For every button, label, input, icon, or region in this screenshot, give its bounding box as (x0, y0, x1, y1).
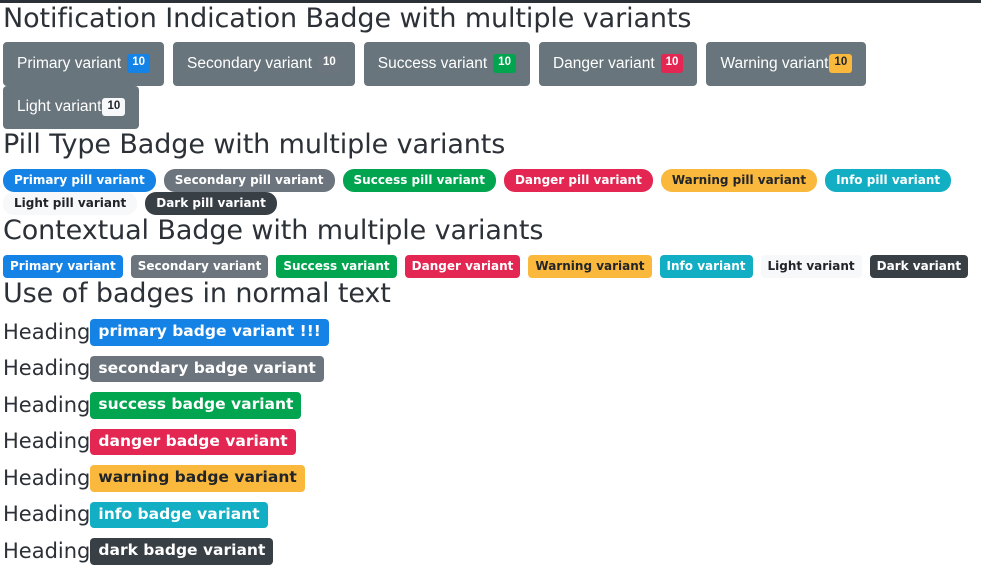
text-badge-line: Headinginfo badge variant (3, 502, 981, 529)
notification-count-badge: 10 (102, 98, 125, 117)
notification-button-primary[interactable]: Primary variant 10 (3, 42, 164, 86)
text-badge-line: Headingsecondary badge variant (3, 356, 981, 383)
notification-button-warning[interactable]: Warning variant10 (706, 42, 866, 86)
notification-button-label: Secondary variant (187, 56, 312, 72)
contextual-badge-primary: Primary variant (3, 255, 123, 278)
notification-section-title: Notification Indication Badge with multi… (3, 3, 981, 34)
notification-button-success[interactable]: Success variant 10 (364, 42, 530, 86)
pill-badge-dark: Dark pill variant (145, 192, 277, 215)
inline-heading-label: Heading (3, 430, 90, 453)
normal-text-section-title: Use of badges in normal text (3, 278, 981, 309)
pill-badge-primary: Primary pill variant (3, 169, 156, 192)
notification-button-row: Primary variant10Secondary variant10Succ… (3, 42, 981, 129)
notification-button-danger[interactable]: Danger variant 10 (539, 42, 697, 86)
inline-heading-label: Heading (3, 321, 90, 344)
notification-count-badge: 10 (127, 54, 150, 73)
notification-count-badge: 10 (318, 54, 341, 73)
pill-section-title: Pill Type Badge with multiple variants (3, 129, 981, 160)
notification-button-label: Light variant (17, 99, 101, 115)
contextual-badge-info: Info variant (660, 255, 753, 278)
contextual-badge-secondary: Secondary variant (131, 255, 269, 278)
notification-button-label: Primary variant (17, 56, 121, 72)
inline-badge-success: success badge variant (90, 392, 301, 419)
notification-count-badge: 10 (493, 54, 516, 73)
text-badge-line: Headingwarning badge variant (3, 465, 981, 492)
inline-heading-label: Heading (3, 540, 90, 563)
page-content: Notification Indication Badge with multi… (3, 3, 981, 565)
inline-badge-dark: dark badge variant (90, 538, 273, 565)
inline-badge-danger: danger badge variant (90, 429, 295, 456)
pill-badge-secondary: Secondary pill variant (164, 169, 335, 192)
inline-heading-label: Heading (3, 503, 90, 526)
pill-badge-success: Success pill variant (343, 169, 496, 192)
contextual-badge-row: Primary variant Secondary variant Success … (3, 255, 981, 278)
inline-badge-primary: primary badge variant !!! (90, 319, 329, 346)
contextual-badge-light: Light variant (761, 255, 862, 278)
notification-button-light[interactable]: Light variant10 (3, 86, 139, 130)
contextual-badge-success: Success variant (276, 255, 396, 278)
pill-badge-light: Light pill variant (3, 192, 137, 215)
contextual-section-title: Contextual Badge with multiple variants (3, 215, 981, 246)
pill-badge-info: Info pill variant (825, 169, 951, 192)
inline-badge-info: info badge variant (90, 502, 267, 529)
contextual-badge-danger: Danger variant (405, 255, 521, 278)
text-badge-line: Headingdark badge variant (3, 538, 981, 565)
pill-badge-danger: Danger pill variant (504, 169, 653, 192)
inline-badge-warning: warning badge variant (90, 465, 304, 492)
inline-heading-label: Heading (3, 467, 90, 490)
pill-badge-row: Primary pill variant Secondary pill varia… (3, 169, 981, 215)
text-badge-line: Headingdanger badge variant (3, 429, 981, 456)
inline-heading-label: Heading (3, 394, 90, 417)
inline-heading-label: Heading (3, 357, 90, 380)
notification-count-badge: 10 (829, 54, 852, 73)
notification-button-label: Danger variant (553, 56, 655, 72)
notification-count-badge: 10 (661, 54, 684, 73)
text-badge-line: Headingsuccess badge variant (3, 392, 981, 419)
contextual-badge-warning: Warning variant (528, 255, 651, 278)
text-badge-line: Headingprimary badge variant !!! (3, 319, 981, 346)
normal-text-list: Headingprimary badge variant !!!Headings… (3, 319, 981, 565)
notification-button-secondary[interactable]: Secondary variant 10 (173, 42, 355, 86)
pill-badge-warning: Warning pill variant (661, 169, 817, 192)
inline-badge-secondary: secondary badge variant (90, 356, 323, 383)
notification-button-label: Warning variant (720, 56, 828, 72)
contextual-badge-dark: Dark variant (870, 255, 968, 278)
notification-button-label: Success variant (378, 56, 487, 72)
